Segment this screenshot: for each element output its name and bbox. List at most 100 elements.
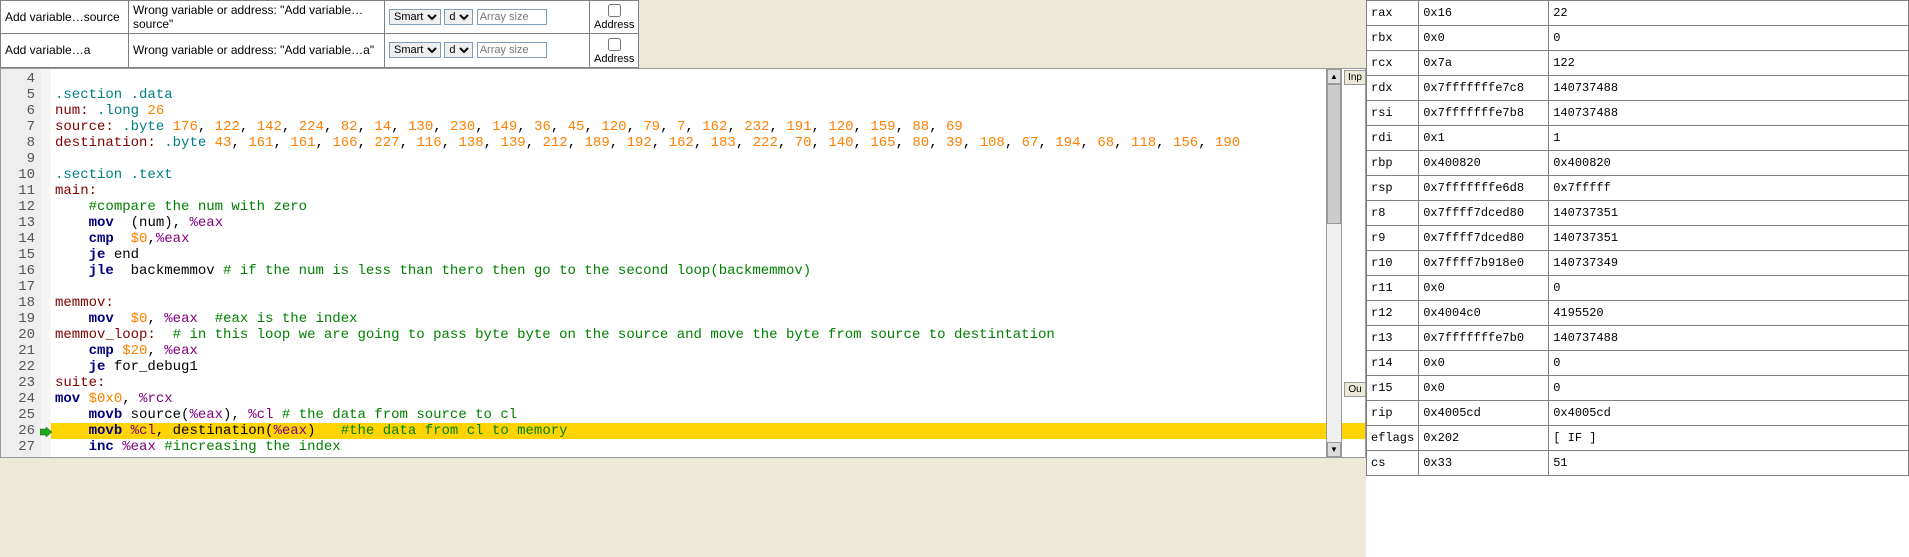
register-dec: 22 bbox=[1549, 1, 1909, 26]
register-hex: 0x202 bbox=[1419, 426, 1549, 451]
watch-arraysize-input[interactable] bbox=[477, 42, 547, 58]
code-line[interactable]: cmp $0,%eax bbox=[51, 231, 1365, 247]
register-name: rsp bbox=[1367, 176, 1419, 201]
register-name: rcx bbox=[1367, 51, 1419, 76]
watch-variable[interactable]: Add variable…a bbox=[1, 34, 129, 67]
code-line[interactable]: memmov_loop: # in this loop we are going… bbox=[51, 327, 1365, 343]
register-dec: 0x7fffff bbox=[1549, 176, 1909, 201]
code-line[interactable]: memmov: bbox=[51, 295, 1365, 311]
code-line[interactable]: inc %eax #increasing the index bbox=[51, 439, 1365, 455]
watch-message: Wrong variable or address: "Add variable… bbox=[129, 34, 385, 67]
code-line[interactable]: mov $0x0, %rcx bbox=[51, 391, 1365, 407]
code-line[interactable]: main: bbox=[51, 183, 1365, 199]
register-row: rbp0x4008200x400820 bbox=[1367, 151, 1909, 176]
register-hex: 0x4005cd bbox=[1419, 401, 1549, 426]
register-name: r9 bbox=[1367, 226, 1419, 251]
editor-scrollbar[interactable]: ▲ ▼ bbox=[1326, 68, 1342, 458]
code-line[interactable]: source: .byte 176, 122, 142, 224, 82, 14… bbox=[51, 119, 1365, 135]
code-line[interactable]: cmp $20, %eax bbox=[51, 343, 1365, 359]
registers-table: rax0x1622rbx0x00rcx0x7a122rdx0x7fffffffe… bbox=[1366, 0, 1909, 476]
code-line[interactable] bbox=[51, 71, 1365, 87]
register-row: r90x7ffff7dced80140737351 bbox=[1367, 226, 1909, 251]
code-area[interactable]: .section .datanum: .long 26source: .byte… bbox=[51, 69, 1365, 457]
register-dec: 140737488 bbox=[1549, 326, 1909, 351]
watch-arraysize-input[interactable] bbox=[477, 9, 547, 25]
line-gutter: 4567891011121314151617181920212223242526… bbox=[1, 69, 41, 457]
register-name: rdi bbox=[1367, 126, 1419, 151]
watch-variable[interactable]: Add variable…source bbox=[1, 1, 129, 34]
scroll-up-button[interactable]: ▲ bbox=[1327, 69, 1341, 84]
output-pane-label[interactable]: Ou bbox=[1344, 382, 1366, 397]
register-hex: 0x0 bbox=[1419, 351, 1549, 376]
current-line-arrow-icon bbox=[40, 426, 52, 436]
code-line[interactable]: num: .long 26 bbox=[51, 103, 1365, 119]
watch-table: Add variable…sourceWrong variable or add… bbox=[0, 0, 639, 68]
register-row: r130x7fffffffe7b0140737488 bbox=[1367, 326, 1909, 351]
register-row: r150x00 bbox=[1367, 376, 1909, 401]
register-hex: 0x400820 bbox=[1419, 151, 1549, 176]
watch-format-select[interactable]: Smart bbox=[389, 9, 441, 25]
watch-format-select[interactable]: Smart bbox=[389, 42, 441, 58]
code-line[interactable]: movb %cl, destination(%eax) #the data fr… bbox=[51, 423, 1365, 439]
register-row: rip0x4005cd0x4005cd bbox=[1367, 401, 1909, 426]
register-dec: 140737488 bbox=[1549, 76, 1909, 101]
register-hex: 0x0 bbox=[1419, 276, 1549, 301]
code-line[interactable]: movb source(%eax), %cl # the data from s… bbox=[51, 407, 1365, 423]
code-line[interactable]: jle backmemmov # if the num is less than… bbox=[51, 263, 1365, 279]
register-dec: 0 bbox=[1549, 376, 1909, 401]
breakpoint-gutter[interactable] bbox=[41, 69, 51, 457]
register-name: eflags bbox=[1367, 426, 1419, 451]
register-name: r10 bbox=[1367, 251, 1419, 276]
watch-unit-select[interactable]: d bbox=[444, 9, 473, 25]
register-hex: 0x7fffffffe6d8 bbox=[1419, 176, 1549, 201]
register-row: rax0x1622 bbox=[1367, 1, 1909, 26]
register-hex: 0x7a bbox=[1419, 51, 1549, 76]
register-row: rbx0x00 bbox=[1367, 26, 1909, 51]
code-line[interactable] bbox=[51, 151, 1365, 167]
register-row: r100x7ffff7b918e0140737349 bbox=[1367, 251, 1909, 276]
code-line[interactable]: je for_debug1 bbox=[51, 359, 1365, 375]
register-row: r120x4004c04195520 bbox=[1367, 301, 1909, 326]
register-dec: 51 bbox=[1549, 451, 1909, 476]
scroll-track[interactable] bbox=[1327, 84, 1341, 442]
code-line[interactable]: mov (num), %eax bbox=[51, 215, 1365, 231]
registers-panel: rax0x1622rbx0x00rcx0x7a122rdx0x7fffffffe… bbox=[1366, 0, 1909, 557]
register-dec: 0x400820 bbox=[1549, 151, 1909, 176]
register-row: cs0x3351 bbox=[1367, 451, 1909, 476]
register-dec: [ IF ] bbox=[1549, 426, 1909, 451]
register-hex: 0x7fffffffe7b8 bbox=[1419, 101, 1549, 126]
code-line[interactable]: je end bbox=[51, 247, 1365, 263]
watch-unit-select[interactable]: d bbox=[444, 42, 473, 58]
code-line[interactable]: mov $0, %eax #eax is the index bbox=[51, 311, 1365, 327]
input-pane-label[interactable]: Inp bbox=[1344, 70, 1366, 85]
register-hex: 0x7fffffffe7b0 bbox=[1419, 326, 1549, 351]
scroll-thumb[interactable] bbox=[1327, 84, 1341, 224]
code-line[interactable]: #compare the num with zero bbox=[51, 199, 1365, 215]
scroll-down-button[interactable]: ▼ bbox=[1327, 442, 1341, 457]
register-hex: 0x0 bbox=[1419, 376, 1549, 401]
register-dec: 140737351 bbox=[1549, 226, 1909, 251]
register-hex: 0x7ffff7dced80 bbox=[1419, 226, 1549, 251]
watch-row: Add variable…aWrong variable or address:… bbox=[1, 34, 639, 67]
register-row: r110x00 bbox=[1367, 276, 1909, 301]
register-name: rdx bbox=[1367, 76, 1419, 101]
register-dec: 0 bbox=[1549, 351, 1909, 376]
register-row: rsi0x7fffffffe7b8140737488 bbox=[1367, 101, 1909, 126]
code-line[interactable]: suite: bbox=[51, 375, 1365, 391]
watch-message: Wrong variable or address: "Add variable… bbox=[129, 1, 385, 34]
register-hex: 0x7ffff7dced80 bbox=[1419, 201, 1549, 226]
code-line[interactable]: destination: .byte 43, 161, 161, 166, 22… bbox=[51, 135, 1365, 151]
watch-address-label: Address bbox=[594, 19, 634, 31]
register-row: r140x00 bbox=[1367, 351, 1909, 376]
code-line[interactable]: .section .text bbox=[51, 167, 1365, 183]
code-line[interactable]: .section .data bbox=[51, 87, 1365, 103]
register-row: rcx0x7a122 bbox=[1367, 51, 1909, 76]
register-dec: 0 bbox=[1549, 26, 1909, 51]
watch-address-checkbox[interactable] bbox=[608, 38, 621, 51]
watch-row: Add variable…sourceWrong variable or add… bbox=[1, 1, 639, 34]
register-hex: 0x7fffffffe7c8 bbox=[1419, 76, 1549, 101]
code-line[interactable] bbox=[51, 279, 1365, 295]
register-name: r8 bbox=[1367, 201, 1419, 226]
code-editor[interactable]: 4567891011121314151617181920212223242526… bbox=[0, 68, 1366, 458]
watch-address-checkbox[interactable] bbox=[608, 4, 621, 17]
